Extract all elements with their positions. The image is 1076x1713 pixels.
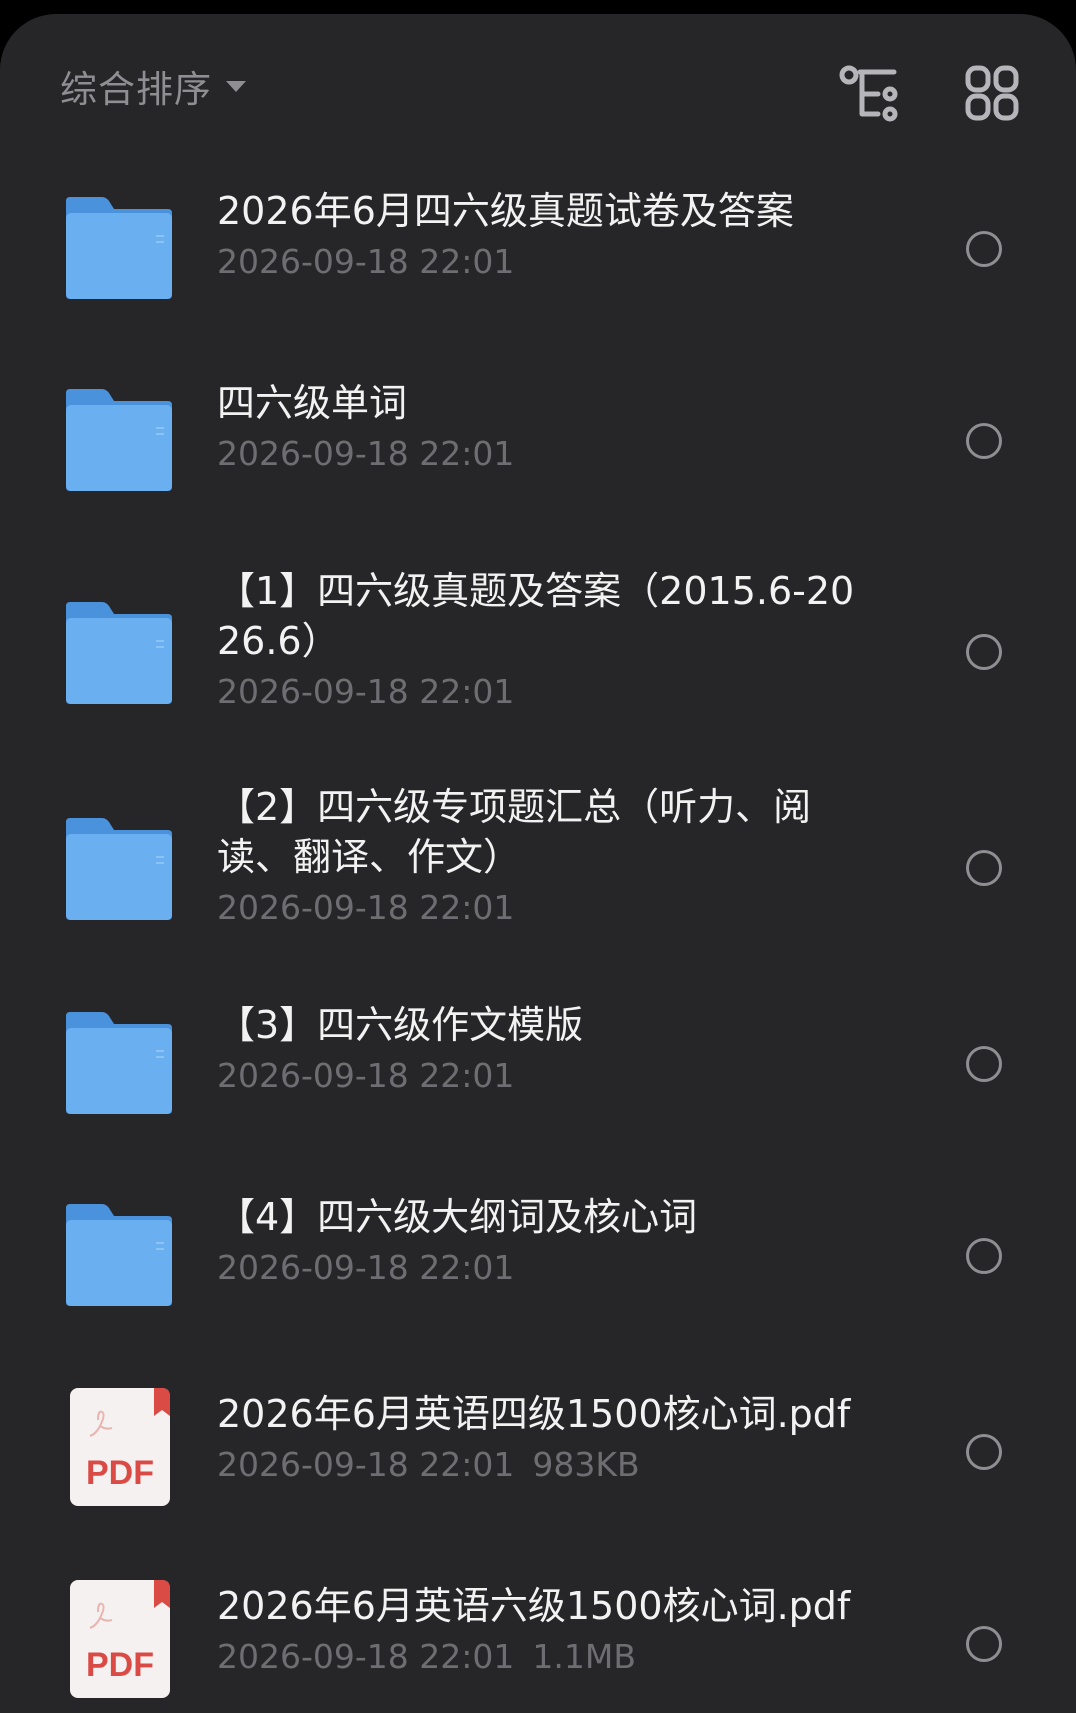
file-list-item[interactable]: PDF 2026年6月英语六级1500核心词.pdf 2026-09-18 22… <box>0 1578 1076 1713</box>
select-radio[interactable] <box>966 850 1002 886</box>
file-date: 2026-09-18 22:01 <box>217 888 515 927</box>
folder-icon <box>64 197 176 301</box>
file-list-item[interactable]: 【2】四六级专项题汇总（听力、阅读、翻译、作文） 2026-09-18 22:0… <box>0 772 1076 962</box>
select-radio[interactable] <box>966 1626 1002 1662</box>
folder-icon <box>64 818 176 922</box>
file-meta: 2026-09-18 22:01 1.1MB <box>217 1635 857 1679</box>
file-title: 2026年6月英语四级1500核心词.pdf <box>217 1392 851 1436</box>
file-meta: 2026-09-18 22:01 <box>217 432 857 476</box>
file-title: 2026年6月英语六级1500核心词.pdf <box>217 1584 851 1628</box>
folder-icon <box>64 389 176 493</box>
sort-label: 综合排序 <box>60 68 212 111</box>
file-list-item[interactable]: 【1】四六级真题及答案（2015.6-2026.6） 2026-09-18 22… <box>0 556 1076 746</box>
toolbar: 综合排序 <box>0 14 1076 146</box>
file-meta: 2026-09-18 22:01 983KB <box>217 1443 857 1487</box>
file-list-item[interactable]: 四六级单词 2026-09-18 22:01 <box>0 366 1076 516</box>
caret-down-icon <box>226 80 246 92</box>
select-radio[interactable] <box>966 231 1002 267</box>
select-radio[interactable] <box>966 634 1002 670</box>
file-date: 2026-09-18 22:01 <box>217 242 515 281</box>
file-date: 2026-09-18 22:01 <box>217 1056 515 1095</box>
file-date: 2026-09-18 22:01 <box>217 434 515 473</box>
file-date: 2026-09-18 22:01 <box>217 1248 515 1287</box>
select-radio[interactable] <box>966 1434 1002 1470</box>
file-list-item[interactable]: 【4】四六级大纲词及核心词 2026-09-18 22:01 <box>0 1194 1076 1344</box>
file-size: 983KB <box>532 1445 640 1484</box>
file-date: 2026-09-18 22:01 <box>217 1637 515 1676</box>
select-radio[interactable] <box>966 1238 1002 1274</box>
file-browser-panel: 综合排序 2026年6月四六级真题试卷及答案 2026-09-18 22:01 … <box>0 14 1076 1713</box>
tree-view-icon[interactable] <box>838 64 902 124</box>
file-title: 2026年6月四六级真题试卷及答案 <box>217 189 794 233</box>
pdf-file-icon: PDF <box>68 1386 172 1508</box>
file-meta: 2026-09-18 22:01 <box>217 240 857 284</box>
file-title: 四六级单词 <box>217 381 408 425</box>
file-meta: 2026-09-18 22:01 <box>217 886 857 930</box>
pdf-badge: PDF <box>86 1646 154 1684</box>
grid-view-icon[interactable] <box>962 64 1026 124</box>
file-list-item[interactable]: 【3】四六级作文模版 2026-09-18 22:01 <box>0 1002 1076 1152</box>
pdf-badge: PDF <box>86 1454 154 1492</box>
select-radio[interactable] <box>966 423 1002 459</box>
pdf-file-icon: PDF <box>68 1578 172 1700</box>
file-meta: 2026-09-18 22:01 <box>217 1246 857 1290</box>
file-list-item[interactable]: 2026年6月四六级真题试卷及答案 2026-09-18 22:01 <box>0 174 1076 324</box>
file-meta: 2026-09-18 22:01 <box>217 1054 857 1098</box>
folder-icon <box>64 1204 176 1308</box>
folder-icon <box>64 602 176 706</box>
file-title: 【2】四六级专项题汇总（听力、阅读、翻译、作文） <box>217 785 812 879</box>
file-list-item[interactable]: PDF 2026年6月英语四级1500核心词.pdf 2026-09-18 22… <box>0 1386 1076 1536</box>
file-date: 2026-09-18 22:01 <box>217 1445 515 1484</box>
sort-dropdown-button[interactable]: 综合排序 <box>60 56 246 116</box>
file-date: 2026-09-18 22:01 <box>217 672 515 711</box>
select-radio[interactable] <box>966 1046 1002 1082</box>
file-title: 【3】四六级作文模版 <box>217 1003 584 1047</box>
file-meta: 2026-09-18 22:01 <box>217 670 857 714</box>
file-title: 【4】四六级大纲词及核心词 <box>217 1195 698 1239</box>
file-title: 【1】四六级真题及答案（2015.6-2026.6） <box>217 569 855 663</box>
folder-icon <box>64 1012 176 1116</box>
file-size: 1.1MB <box>532 1637 636 1676</box>
